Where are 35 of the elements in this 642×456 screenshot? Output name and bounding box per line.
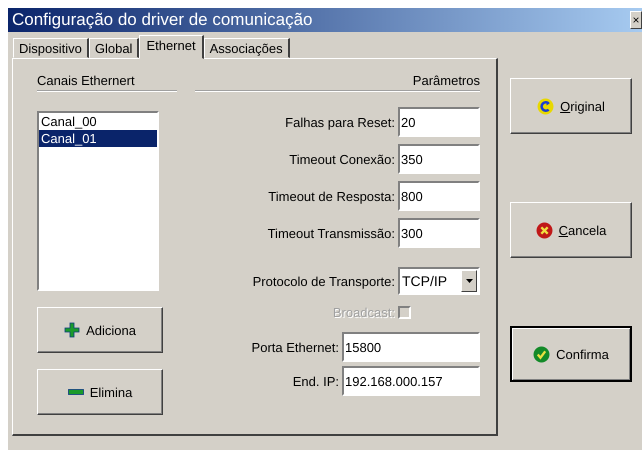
field-label: Timeout Transmissão: bbox=[266, 226, 395, 240]
input-field[interactable]: 800 bbox=[398, 181, 480, 211]
section-heading: Parâmetros bbox=[195, 73, 480, 91]
tab[interactable]: Ethernet bbox=[139, 35, 204, 59]
input-field[interactable]: 350 bbox=[398, 144, 480, 174]
refresh-icon bbox=[537, 98, 554, 114]
field-label: End. IP: bbox=[292, 374, 339, 388]
field-label: Protocolo de Transporte: bbox=[252, 274, 395, 288]
minus-icon bbox=[68, 389, 84, 395]
confirm-button[interactable]: Confirma bbox=[510, 326, 632, 382]
field-label: Falhas para Reset: bbox=[284, 114, 395, 130]
tab[interactable]: Associações bbox=[204, 38, 290, 58]
list-item[interactable]: Canal_01 bbox=[39, 130, 157, 147]
caret-icon bbox=[466, 279, 472, 283]
cancel-icon bbox=[536, 222, 553, 238]
remove-button[interactable]: Elimina bbox=[37, 369, 163, 415]
restore-button[interactable]: Original bbox=[510, 78, 632, 134]
plus-icon bbox=[64, 322, 80, 338]
close-button[interactable]: × bbox=[630, 11, 642, 29]
add-button[interactable]: Adiciona bbox=[37, 307, 163, 353]
input-field[interactable]: 192.168.000.157 bbox=[342, 366, 480, 396]
window-title: Configuração do driver de comunicação bbox=[12, 10, 313, 30]
field-label: Porta Ethernet: bbox=[250, 340, 339, 354]
input-field[interactable]: 20 bbox=[398, 107, 480, 137]
input-field[interactable]: 300 bbox=[398, 218, 480, 248]
tab[interactable]: Global bbox=[88, 38, 140, 58]
tab[interactable]: Dispositivo bbox=[13, 38, 89, 58]
field-label: Timeout Conexão: bbox=[288, 152, 395, 166]
input-field[interactable]: 15800 bbox=[342, 332, 480, 362]
section-heading: Canais Ethernert bbox=[37, 73, 177, 91]
field-label: Timeout de Resposta: bbox=[267, 188, 395, 204]
check-icon bbox=[533, 346, 550, 362]
protocol-dropdown[interactable]: TCP/IP bbox=[398, 267, 480, 295]
dropdown-button[interactable] bbox=[461, 270, 477, 292]
cancel-button[interactable]: Cancela bbox=[510, 202, 632, 258]
